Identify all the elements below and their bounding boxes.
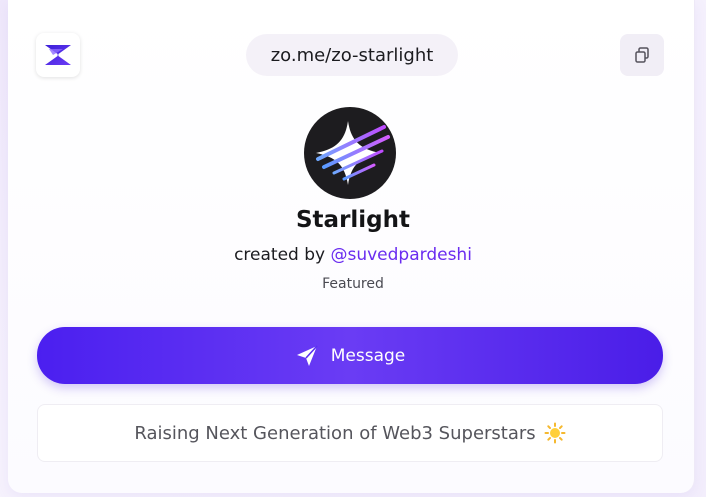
bio-text: Raising Next Generation of Web3 Supersta… bbox=[134, 422, 536, 444]
bio-box: Raising Next Generation of Web3 Supersta… bbox=[37, 404, 663, 462]
created-by-label: created by bbox=[234, 245, 326, 265]
message-button[interactable]: Message bbox=[37, 327, 663, 384]
send-icon bbox=[296, 344, 318, 366]
zo-logo-button[interactable] bbox=[36, 33, 80, 77]
profile-name: Starlight bbox=[295, 207, 411, 233]
profile-url[interactable]: zo.me/zo-starlight bbox=[246, 34, 458, 76]
message-button-label: Message bbox=[330, 345, 406, 366]
profile-url-text: zo.me/zo-starlight bbox=[270, 44, 434, 66]
avatar bbox=[304, 107, 396, 199]
creator-handle-link[interactable]: @suvedpardeshi bbox=[330, 245, 471, 265]
zo-logo-icon bbox=[45, 45, 71, 65]
featured-badge: Featured bbox=[322, 276, 384, 292]
sun-icon bbox=[544, 422, 566, 444]
creator-line: created by @suvedpardeshi bbox=[0, 245, 706, 265]
copy-icon bbox=[635, 47, 649, 63]
copy-url-button[interactable] bbox=[620, 34, 664, 76]
starlight-logo-icon bbox=[316, 121, 390, 185]
